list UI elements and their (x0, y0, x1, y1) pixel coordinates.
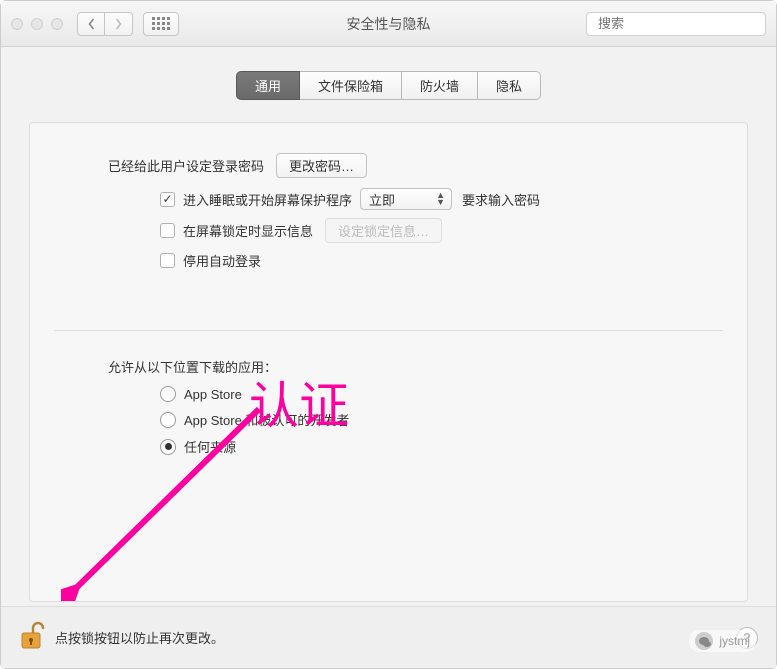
general-pane: 已经给此用户设定登录密码 更改密码… 进入睡眠或开始屏幕保护程序 立即 ▲▼ 要… (29, 122, 748, 602)
back-button[interactable] (77, 12, 105, 36)
select-value: 立即 (369, 190, 395, 209)
tab-filevault[interactable]: 文件保险箱 (300, 71, 402, 100)
forward-button[interactable] (105, 12, 133, 36)
tab-firewall[interactable]: 防火墙 (402, 71, 478, 100)
watermark-text: jystmj (719, 634, 750, 648)
search-input[interactable] (598, 16, 774, 31)
grid-icon (152, 17, 170, 30)
titlebar: 安全性与隐私 (1, 1, 776, 47)
tab-privacy[interactable]: 隐私 (478, 71, 541, 100)
require-password-delay-select[interactable]: 立即 ▲▼ (360, 188, 452, 210)
show-lock-message-label: 在屏幕锁定时显示信息 (183, 221, 313, 240)
require-password-prefix: 进入睡眠或开始屏幕保护程序 (183, 190, 352, 209)
lock-description: 点按锁按钮以防止再次更改。 (55, 628, 224, 647)
show-all-button[interactable] (143, 12, 179, 36)
radio-anywhere[interactable] (160, 439, 176, 455)
require-password-checkbox[interactable] (160, 192, 175, 207)
tab-bar: 通用 文件保险箱 防火墙 隐私 (1, 71, 776, 100)
radio-identified-developers[interactable] (160, 412, 176, 428)
window-controls (11, 18, 63, 30)
wechat-icon (695, 632, 713, 650)
set-lock-message-button[interactable]: 设定锁定信息… (325, 218, 442, 243)
require-password-suffix: 要求输入密码 (462, 190, 540, 209)
radio-anywhere-label: 任何来源 (184, 437, 236, 456)
show-lock-message-checkbox[interactable] (160, 223, 175, 238)
password-set-label: 已经给此用户设定登录密码 (108, 156, 264, 175)
nav-buttons (77, 12, 133, 36)
minimize-button[interactable] (31, 18, 43, 30)
section-divider (54, 330, 723, 331)
radio-appstore[interactable] (160, 386, 176, 402)
zoom-button[interactable] (51, 18, 63, 30)
lock-icon[interactable] (19, 621, 45, 654)
search-field[interactable] (586, 12, 766, 36)
radio-appstore-label: App Store (184, 387, 242, 402)
downloads-section: 允许从以下位置下载的应用： App Store App Store 和被认可的开… (30, 357, 747, 456)
disable-autologin-checkbox[interactable] (160, 253, 175, 268)
system-preferences-window: 安全性与隐私 通用 文件保险箱 防火墙 隐私 已经给此用户设定登录密码 更改密码… (0, 0, 777, 669)
chevron-updown-icon: ▲▼ (436, 192, 445, 206)
disable-autologin-label: 停用自动登录 (183, 251, 261, 270)
password-section: 已经给此用户设定登录密码 更改密码… 进入睡眠或开始屏幕保护程序 立即 ▲▼ 要… (30, 153, 747, 270)
close-button[interactable] (11, 18, 23, 30)
content-area: 通用 文件保险箱 防火墙 隐私 已经给此用户设定登录密码 更改密码… 进入睡眠或… (1, 71, 776, 602)
tab-general[interactable]: 通用 (236, 71, 300, 100)
watermark: jystmj (689, 630, 756, 652)
radio-identified-developers-label: App Store 和被认可的开发者 (184, 410, 349, 429)
change-password-button[interactable]: 更改密码… (276, 153, 367, 178)
downloads-title: 允许从以下位置下载的应用： (108, 357, 277, 376)
footer-bar: 点按锁按钮以防止再次更改。 ? (1, 606, 776, 668)
